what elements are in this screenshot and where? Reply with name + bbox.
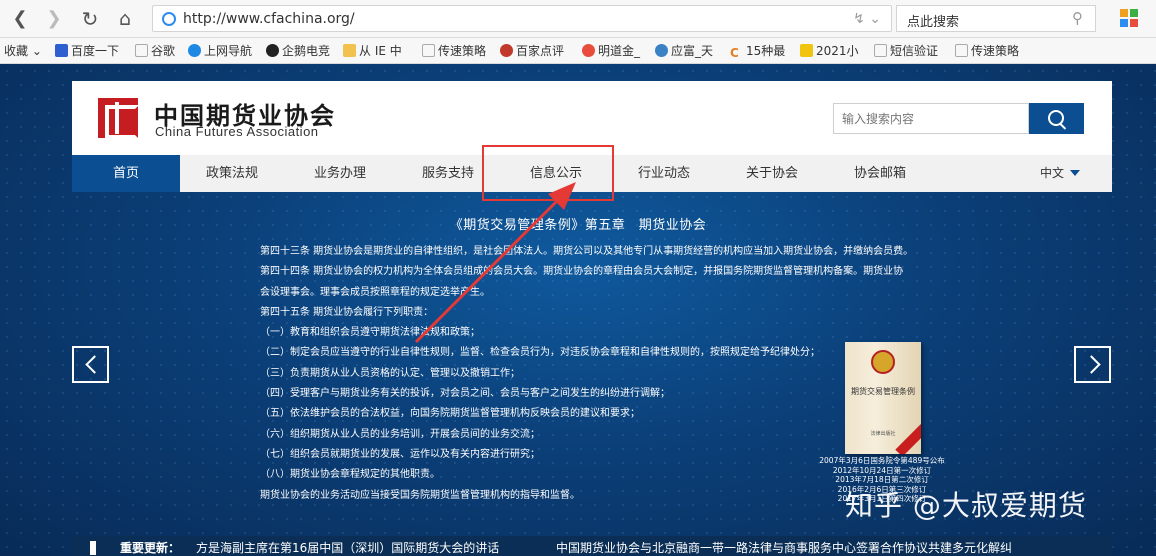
bookmark-item[interactable]: 百家点评 (500, 43, 564, 59)
page-icon (422, 44, 435, 57)
carousel-next-button[interactable] (1074, 346, 1111, 383)
bookmark-item[interactable]: 谷歌 (135, 43, 175, 59)
text-line: （三）负责期货从业人员资格的认定、管理以及撤销工作； (260, 367, 520, 379)
language-select[interactable]: 中文 (1040, 155, 1081, 192)
address-bar[interactable]: http://www.cfachina.org/ ↯ ⌄ (152, 5, 892, 32)
site-header: 中国期货业协会 China Futures Association (72, 81, 1112, 155)
text-line: （一）教育和组织会员遵守期货法律法规和政策； (260, 327, 480, 339)
page-icon (874, 44, 887, 57)
browser-search-placeholder: 点此搜索 (907, 15, 960, 30)
annotation-highlight-box (482, 145, 614, 201)
news-link[interactable]: 中国期货业协会与北京融商一带一路法律与商事服务中心签署合作协议共建多元化解纠 (556, 536, 1012, 556)
text-line: （四）受理客户与期货业务有关的投诉，对会员之间、会员与客户之间发生的纠纷进行调解… (260, 388, 670, 400)
news-ticker: 重要更新： 方是海副主席在第16届中国（深圳）国际期货大会的讲话 中国期货业协会… (72, 536, 1112, 556)
nav-news[interactable]: 行业动态 (610, 155, 718, 192)
nav-business[interactable]: 业务办理 (286, 155, 394, 192)
nav-home[interactable]: 首页 (72, 155, 180, 192)
cfa-logo-icon[interactable] (98, 98, 139, 139)
news-link[interactable]: 方是海副主席在第16届中国（深圳）国际期货大会的讲话 (196, 536, 499, 556)
baidu-icon (55, 44, 68, 57)
book-title: 期货交易管理条例 (851, 387, 915, 396)
bookmark-item[interactable]: 收藏 ⌄ (4, 43, 42, 59)
news-label: 重要更新： (120, 541, 181, 555)
zhihu-watermark: 知乎 @大叔爱期货 (845, 489, 1087, 522)
bookmark-item[interactable]: 传速策略 (955, 43, 1019, 59)
bookmark-item[interactable]: 上网导航 (188, 43, 252, 59)
back-icon[interactable]: ❮ (8, 7, 32, 31)
text-line: （二）制定会员应当遵守的行业自律性规则，监督、检查会员行为，对违反协会章程和自律… (260, 347, 820, 359)
bookmark-item[interactable]: 百度一下 (55, 43, 119, 59)
text-line: 第四十五条 期货业协会履行下列职责： (260, 306, 434, 318)
bookmark-item[interactable]: 从 IE 中 (343, 43, 402, 59)
nav-about[interactable]: 关于协会 (718, 155, 826, 192)
nav-policy[interactable]: 政策法规 (178, 155, 286, 192)
reload-icon[interactable]: ↻ (78, 7, 102, 31)
site-search-button[interactable] (1029, 103, 1084, 134)
yingfu-icon (655, 44, 668, 57)
banner-title: 《期货交易管理条例》第五章 期货业协会 (449, 218, 707, 233)
book-cover-image: 期货交易管理条例 法律出版社 (845, 342, 921, 454)
book-note: 2012年10月24日第一次修订 (832, 465, 932, 475)
bookmark-item[interactable]: 明道金_ (582, 43, 640, 59)
bookmark-item[interactable]: 2021小 (800, 43, 859, 59)
bookmark-item[interactable]: 应富_天 (655, 43, 713, 59)
apps-icon[interactable] (1120, 9, 1138, 27)
c-icon: C (730, 46, 739, 60)
dianping-icon (500, 44, 513, 57)
logo-subtitle[interactable]: China Futures Association (155, 124, 319, 139)
language-label: 中文 (1040, 166, 1065, 180)
book-note: 2007年3月6日国务院令第489号公布 (819, 456, 945, 465)
s-icon (800, 44, 813, 57)
page-viewport: 中国期货业协会 China Futures Association 首页 政策法… (0, 64, 1156, 556)
ie-icon (188, 44, 201, 57)
mingdao-icon (582, 44, 595, 57)
search-icon[interactable]: ⚲ (1072, 9, 1083, 27)
page-icon (135, 44, 148, 57)
text-line: （五）依法维护会员的合法权益，向国务院期货监督管理机构反映会员的建议和要求； (260, 408, 640, 420)
bookmark-item[interactable]: 企鹅电竞 (266, 43, 330, 59)
national-emblem-icon (871, 350, 895, 374)
bookmark-item[interactable]: C 15种最 (730, 43, 785, 60)
book-corner-ribbon (895, 421, 921, 454)
bookmarks-bar: 收藏 ⌄ 百度一下 谷歌 上网导航 企鹅电竞 从 IE 中 传速策略 百家点评 … (0, 38, 1156, 64)
text-line: （六）组织期货从业人员的业务培训，开展会员间的业务交流； (260, 428, 540, 440)
site-search-input[interactable] (834, 104, 1028, 133)
lightning-icon[interactable]: ↯ ⌄ (853, 11, 881, 27)
bookmark-item[interactable]: 短信验证 (874, 43, 938, 59)
text-line: 会设理事会。理事会成员按照章程的规定选举产生。 (260, 286, 490, 298)
caret-down-icon (1070, 170, 1081, 176)
nav-mail[interactable]: 协会邮箱 (826, 155, 934, 192)
text-line: 第四十四条 期货业协会的权力机构为全体会员组成的会员大会。期货业协会的章程由会员… (260, 266, 904, 278)
home-icon[interactable]: ⌂ (113, 7, 137, 31)
folder-icon (343, 44, 356, 57)
browser-search-box[interactable]: 点此搜索 ⚲ (896, 5, 1096, 32)
carousel-prev-button[interactable] (72, 346, 109, 383)
browser-toolbar: ❮ ❯ ↻ ⌂ http://www.cfachina.org/ ↯ ⌄ 点此搜… (0, 0, 1156, 38)
bookmark-item[interactable]: 传速策略 (422, 43, 486, 59)
forward-icon[interactable]: ❯ (42, 7, 66, 31)
text-line: 第四十三条 期货业协会是期货业的自律性组织，是社会团体法人。期货公司以及其他专门… (260, 246, 914, 257)
site-search-field[interactable] (833, 103, 1029, 134)
penguin-icon (266, 44, 279, 57)
site-icon (162, 12, 176, 26)
page-icon (955, 44, 968, 57)
url-text: http://www.cfachina.org/ (183, 11, 355, 27)
speaker-icon (90, 541, 102, 555)
